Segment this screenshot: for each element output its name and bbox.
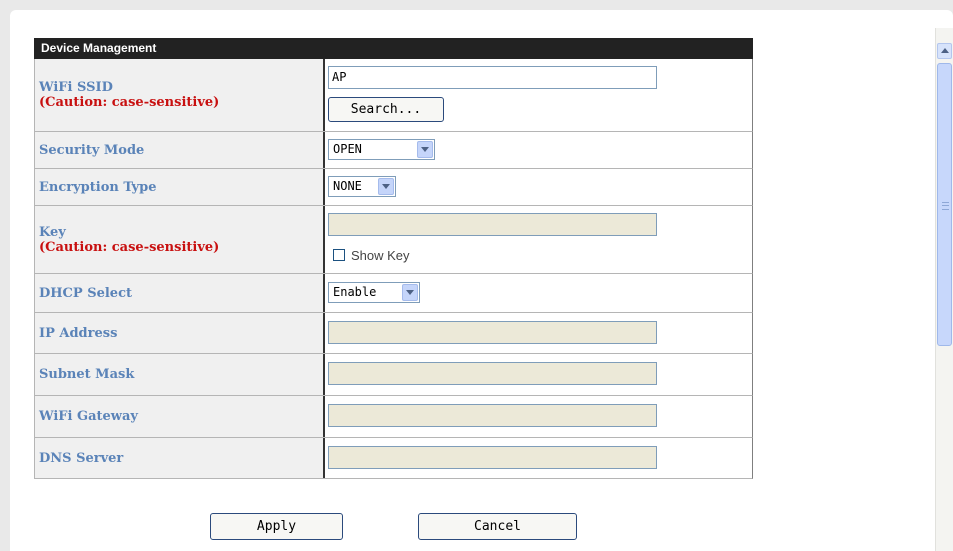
ip-address-label-text: IP Address <box>39 325 118 341</box>
chevron-down-icon[interactable] <box>378 178 394 195</box>
ip-address-input[interactable] <box>328 321 657 344</box>
encryption-type-label: Encryption Type <box>35 169 325 205</box>
dns-server-value-cell <box>325 438 752 478</box>
row-encryption-type: Encryption Type NONE <box>35 169 753 206</box>
dhcp-select-label: DHCP Select <box>35 274 325 312</box>
encryption-type-select[interactable]: NONE <box>328 176 396 197</box>
grip-icon <box>942 202 949 210</box>
security-mode-selected: OPEN <box>333 142 362 156</box>
security-mode-select[interactable]: OPEN <box>328 139 435 160</box>
vertical-scrollbar[interactable] <box>935 28 953 551</box>
form-actions: Apply Cancel <box>10 513 910 541</box>
wifi-ssid-value-cell: AP Search... <box>325 59 752 131</box>
chevron-down-icon[interactable] <box>402 284 418 301</box>
cancel-button[interactable]: Cancel <box>418 513 577 540</box>
wifi-gateway-value-cell <box>325 396 752 437</box>
security-mode-label: Security Mode <box>35 132 325 168</box>
key-label-cell: Key (Caution: case-sensitive) <box>35 206 325 273</box>
page-frame: Device Management WiFi SSID (Caution: ca… <box>10 10 953 551</box>
dns-server-input[interactable] <box>328 446 657 469</box>
wifi-ssid-caution: (Caution: case-sensitive) <box>39 95 220 110</box>
checkbox-icon[interactable] <box>333 249 345 261</box>
search-button[interactable]: Search... <box>328 97 444 122</box>
row-subnet-mask: Subnet Mask <box>35 354 753 396</box>
subnet-mask-label: Subnet Mask <box>35 354 325 395</box>
row-ip-address: IP Address <box>35 313 753 354</box>
apply-button[interactable]: Apply <box>210 513 343 540</box>
dhcp-select[interactable]: Enable <box>328 282 420 303</box>
security-mode-value-cell: OPEN <box>325 132 752 168</box>
dns-server-label-text: DNS Server <box>39 450 124 466</box>
row-wifi-ssid: WiFi SSID (Caution: case-sensitive) AP S… <box>35 59 753 132</box>
row-wifi-gateway: WiFi Gateway <box>35 396 753 438</box>
subnet-mask-value-cell <box>325 354 752 395</box>
wifi-gateway-label-text: WiFi Gateway <box>39 409 138 424</box>
dhcp-selected: Enable <box>333 285 377 299</box>
panel-title: Device Management <box>34 38 753 59</box>
ip-address-value-cell <box>325 313 752 353</box>
row-key: Key (Caution: case-sensitive) Show Key <box>35 206 753 274</box>
row-security-mode: Security Mode OPEN <box>35 132 753 169</box>
subnet-mask-input[interactable] <box>328 362 657 385</box>
key-caution: (Caution: case-sensitive) <box>39 239 220 255</box>
wifi-gateway-input[interactable] <box>328 404 657 427</box>
show-key-label[interactable]: Show Key <box>351 248 410 263</box>
encryption-type-selected: NONE <box>333 179 362 193</box>
device-management-panel: Device Management WiFi SSID (Caution: ca… <box>34 38 753 479</box>
ip-address-label: IP Address <box>35 313 325 353</box>
chevron-up-icon[interactable] <box>937 43 952 59</box>
subnet-mask-label-text: Subnet Mask <box>39 367 135 382</box>
row-dhcp-select: DHCP Select Enable <box>35 274 753 313</box>
row-dns-server: DNS Server <box>35 438 753 479</box>
encryption-type-value-cell: NONE <box>325 169 752 205</box>
wifi-ssid-label-cell: WiFi SSID (Caution: case-sensitive) <box>35 59 325 131</box>
key-value-cell: Show Key <box>325 206 752 273</box>
key-input[interactable] <box>328 213 657 236</box>
dns-server-label: DNS Server <box>35 438 325 478</box>
key-label: Key <box>39 224 66 240</box>
settings-table: WiFi SSID (Caution: case-sensitive) AP S… <box>34 59 753 479</box>
scrollbar-thumb[interactable] <box>937 63 952 346</box>
dhcp-select-value-cell: Enable <box>325 274 752 312</box>
wifi-gateway-label: WiFi Gateway <box>35 396 325 437</box>
security-mode-label-text: Security Mode <box>39 142 145 158</box>
wifi-ssid-input[interactable]: AP <box>328 66 657 89</box>
wifi-ssid-label: WiFi SSID <box>39 80 113 95</box>
dhcp-select-label-text: DHCP Select <box>39 285 132 301</box>
chevron-down-icon[interactable] <box>417 141 433 158</box>
encryption-type-label-text: Encryption Type <box>39 179 157 195</box>
